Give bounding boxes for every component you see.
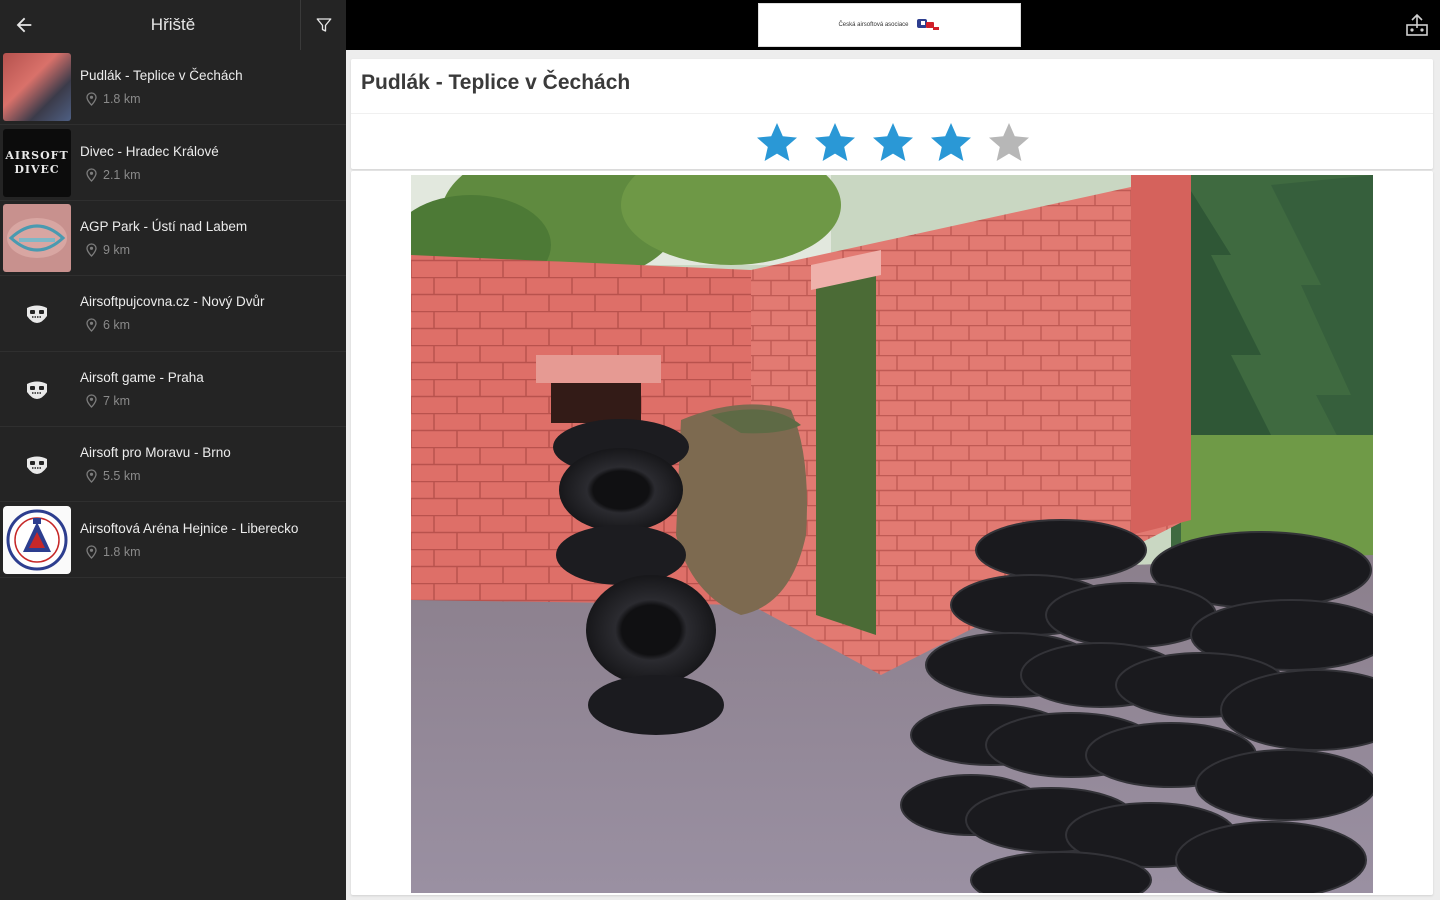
filter-button[interactable]	[300, 0, 346, 50]
distance-value: 9 km	[103, 242, 131, 257]
field-name: Airsoft game - Praha	[80, 369, 204, 385]
list-item[interactable]: AGP Park - Ústí nad Labem 9 km	[0, 201, 346, 277]
top-bar: Česká airsoftová asociace	[346, 0, 1440, 50]
field-thumbnail	[3, 355, 71, 423]
agp-logo-icon	[7, 217, 67, 258]
location-pin-icon	[86, 544, 97, 559]
field-name: Divec - Hradec Králové	[80, 143, 219, 159]
ad-text: Česká airsoftová asociace	[838, 22, 909, 28]
arena-logo-icon	[6, 509, 68, 571]
thumbnail-logo-text: AIRSOFT DIVEC	[5, 149, 69, 176]
field-thumbnail	[3, 505, 71, 574]
distance: 1.8 km	[80, 545, 298, 559]
distance-value: 1.8 km	[103, 544, 141, 559]
star-empty-icon[interactable]	[985, 119, 1033, 167]
star-rating[interactable]	[753, 119, 1033, 167]
star-filled-icon[interactable]	[753, 119, 801, 167]
star-filled-icon[interactable]	[869, 119, 917, 167]
distance: 9 km	[80, 243, 247, 257]
sidebar-header: Hřiště	[0, 0, 346, 50]
field-photo-image	[411, 175, 1373, 893]
distance-value: 5.5 km	[103, 469, 141, 484]
list-item-text: Pudlák - Teplice v Čechách 1.8 km	[80, 68, 243, 106]
distance: 2.1 km	[80, 168, 219, 182]
field-name: Airsoftpujcovna.cz - Nový Dvůr	[80, 294, 265, 310]
distance-value: 7 km	[103, 393, 131, 408]
airsoft-mask-icon	[27, 456, 47, 475]
field-thumbnail	[3, 53, 71, 122]
location-pin-icon	[86, 92, 97, 107]
field-thumbnail	[3, 279, 71, 347]
ad-banner[interactable]: Česká airsoftová asociace	[758, 3, 1021, 47]
share-button[interactable]	[1402, 10, 1432, 40]
divider	[351, 113, 1433, 114]
detail-pane: Pudlák - Teplice v Čechách	[346, 50, 1440, 900]
distance: 6 km	[80, 318, 265, 332]
list-item[interactable]: Airsoftová Aréna Hejnice - Liberecko 1.8 …	[0, 502, 346, 578]
airsoft-mask-icon	[27, 305, 47, 324]
airsoft-mask-icon	[27, 381, 47, 399]
field-photo[interactable]	[411, 175, 1373, 893]
field-name: AGP Park - Ústí nad Labem	[80, 218, 248, 234]
distance: 1.8 km	[80, 92, 243, 106]
field-thumbnail	[3, 203, 71, 272]
location-pin-icon	[86, 167, 97, 182]
list-item[interactable]: Airsoftpujcovna.cz - Nový Dvůr 6 km	[0, 276, 346, 352]
location-pin-icon	[86, 243, 97, 257]
share-icon	[1406, 13, 1428, 36]
field-thumbnail	[3, 430, 71, 498]
list-item-text: Airsoft game - Praha 7 km	[80, 370, 204, 408]
list-item-text: Airsoftpujcovna.cz - Nový Dvůr 6 km	[80, 294, 265, 332]
field-thumbnail: AIRSOFT DIVEC	[3, 128, 71, 197]
list-item[interactable]: Airsoft pro Moravu - Brno 5.5 km	[0, 427, 346, 503]
list-item-text: Airsoft pro Moravu - Brno 5.5 km	[80, 445, 231, 483]
ad-logo-icon	[916, 19, 939, 30]
field-name: Pudlák - Teplice v Čechách	[80, 68, 243, 84]
info-card: Pudlák - Teplice v Čechách	[351, 59, 1433, 169]
sidebar: Hřiště Pudlák - Teplice v Čechách 1.8 km A…	[0, 0, 346, 900]
location-pin-icon	[86, 469, 97, 484]
filter-icon	[316, 18, 331, 32]
location-pin-icon	[86, 394, 97, 408]
field-list: Pudlák - Teplice v Čechách 1.8 km AIRSOFT D…	[0, 50, 346, 578]
star-filled-icon[interactable]	[811, 119, 859, 167]
arrow-left-icon	[16, 17, 32, 33]
location-pin-icon	[86, 318, 97, 333]
star-filled-icon[interactable]	[927, 119, 975, 167]
sidebar-title: Hřiště	[150, 15, 196, 34]
distance-value: 2.1 km	[103, 167, 141, 182]
list-item[interactable]: AIRSOFT DIVEC Divec - Hradec Králové 2.1 km	[0, 125, 346, 201]
back-button[interactable]	[0, 0, 48, 50]
list-item[interactable]: Airsoft game - Praha 7 km	[0, 352, 346, 427]
list-item[interactable]: Pudlák - Teplice v Čechách 1.8 km	[0, 50, 346, 126]
list-item-text: AGP Park - Ústí nad Labem 9 km	[80, 219, 247, 257]
list-item-text: Airsoftová Aréna Hejnice - Liberecko 1.8 …	[80, 521, 298, 559]
field-name: Airsoft pro Moravu - Brno	[80, 445, 231, 461]
distance: 5.5 km	[80, 469, 231, 483]
distance-value: 1.8 km	[103, 92, 141, 107]
photo-card	[351, 171, 1433, 895]
distance-value: 6 km	[103, 318, 131, 333]
place-title: Pudlák - Teplice v Čechách	[361, 71, 631, 94]
distance: 7 km	[80, 394, 204, 408]
list-item-text: Divec - Hradec Králové 2.1 km	[80, 144, 219, 182]
field-name: Airsoftová Aréna Hejnice - Liberecko	[80, 520, 299, 536]
